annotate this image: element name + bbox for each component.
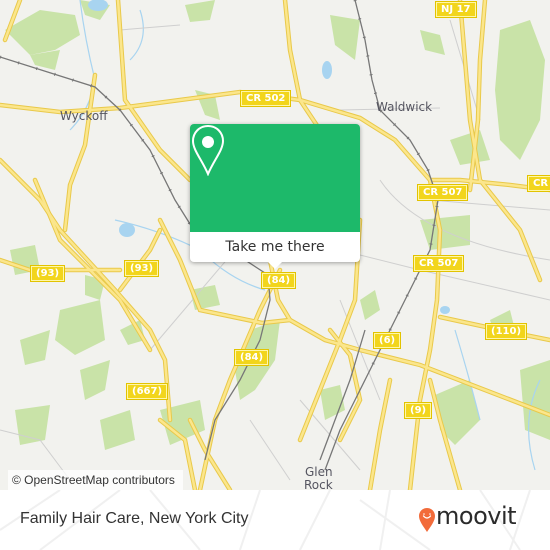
route-shield: (84) <box>260 272 297 289</box>
route-shield: CR 502 <box>239 90 292 107</box>
route-shield: (667) <box>125 383 169 400</box>
route-shield: (93) <box>29 265 66 282</box>
place-title: Family Hair Care, New York City <box>20 510 249 527</box>
map-attribution[interactable]: © OpenStreetMap contributors <box>8 470 183 490</box>
map[interactable]: Wyckoff Waldwick Glen Rock NJ 17 CR 502 … <box>0 0 550 490</box>
route-shield: CR 507 <box>416 184 469 201</box>
popup-header <box>190 124 360 232</box>
route-shield: (9) <box>403 402 433 419</box>
route-shield: (6) <box>372 332 402 349</box>
footer: Family Hair Care, New York City moovit <box>0 490 550 550</box>
route-shield: CR 507 <box>412 255 465 272</box>
place-label-wyckoff: Wyckoff <box>60 109 108 123</box>
moovit-pin-icon <box>419 508 435 532</box>
route-shield: (110) <box>484 323 528 340</box>
route-shield: NJ 17 <box>435 1 477 18</box>
popup-pointer <box>267 261 283 269</box>
route-shield: CR 507 <box>526 175 550 192</box>
map-pin-icon <box>191 124 225 176</box>
place-label-rock: Rock <box>304 478 333 491</box>
moovit-wordmark: moovit <box>436 502 517 530</box>
place-label-waldwick: Waldwick <box>376 100 433 114</box>
take-me-there-button[interactable]: Take me there <box>190 232 360 262</box>
route-shield: (93) <box>123 260 160 277</box>
location-popup: Take me there <box>190 124 360 269</box>
route-shield: (84) <box>233 349 270 366</box>
